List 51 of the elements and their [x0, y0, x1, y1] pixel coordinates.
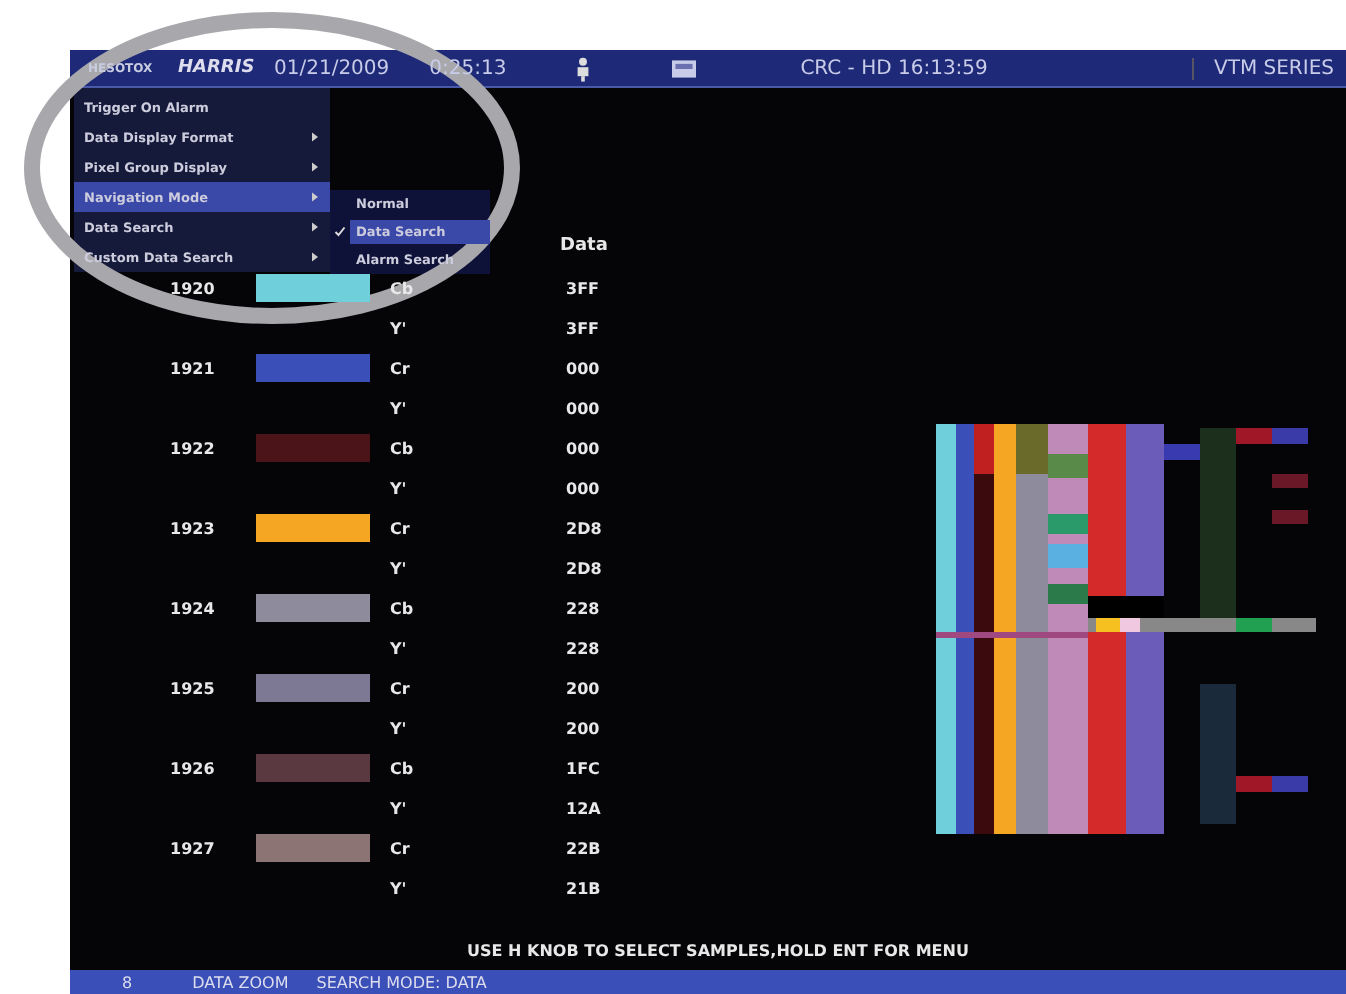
data-value: 000 — [566, 440, 602, 458]
data-value: 22B — [566, 840, 603, 858]
data-value: 3FF — [566, 280, 601, 298]
channel-label: Cb — [390, 280, 416, 298]
data-value: 200 — [566, 720, 602, 738]
data-value: 000 — [566, 480, 602, 498]
signal-status: CRC - HD 16:13:59 — [800, 57, 988, 79]
data-value: 21B — [566, 880, 603, 898]
brand-logo: HARRIS — [178, 58, 257, 78]
zoom-status: DATA ZOOM — [192, 973, 289, 991]
channel-label: Y' — [390, 560, 409, 578]
data-value: 000 — [566, 360, 602, 378]
search-mode-status: SEARCH MODE: DATA — [316, 973, 487, 991]
date-label: 01/21/2009 — [274, 57, 390, 79]
data-value: 1FC — [566, 760, 602, 778]
sample-number: 1926 — [170, 760, 215, 778]
data-value: 228 — [566, 640, 602, 658]
channel-label: Y' — [390, 880, 409, 898]
sample-number: 1921 — [170, 360, 215, 378]
data-value: 000 — [566, 400, 602, 418]
channel-label: Cb — [390, 760, 416, 778]
channel-label: Cb — [390, 600, 416, 618]
sample-number: 1923 — [170, 520, 215, 538]
sample-number: 1922 — [170, 440, 215, 458]
column-header: Data — [560, 236, 608, 256]
data-value: 3FF — [566, 320, 601, 338]
channel-label: Y' — [390, 640, 409, 658]
channel-label: Y' — [390, 320, 409, 338]
channel-label: Cr — [390, 360, 412, 378]
channel-label: Cr — [390, 840, 412, 858]
channel-label: Y' — [390, 400, 409, 418]
status-label: 8 — [122, 973, 133, 991]
channel-label: Y' — [390, 720, 409, 738]
data-value: 2D8 — [566, 560, 604, 578]
hint-text: USE H KNOB TO SELECT SAMPLES,HOLD ENT FOR MENU — [465, 942, 971, 964]
figure-icon — [574, 55, 593, 81]
channel-label: Cb — [390, 440, 416, 458]
channel-label: Y' — [390, 800, 409, 818]
sample-number: 1925 — [170, 680, 215, 698]
data-value: 228 — [566, 600, 602, 618]
data-value: 12A — [566, 800, 603, 818]
monitor-icon — [672, 59, 697, 77]
data-value: 200 — [566, 680, 602, 698]
channel-label: Y' — [390, 480, 409, 498]
product-label: VTM SERIES — [1192, 57, 1334, 79]
data-value: 2D8 — [566, 520, 604, 538]
sample-number: 1924 — [170, 600, 215, 618]
sample-number: 1920 — [170, 280, 215, 298]
channel-label: Cr — [390, 680, 412, 698]
channel-label: Cr — [390, 520, 412, 538]
sample-number: 1927 — [170, 840, 215, 858]
